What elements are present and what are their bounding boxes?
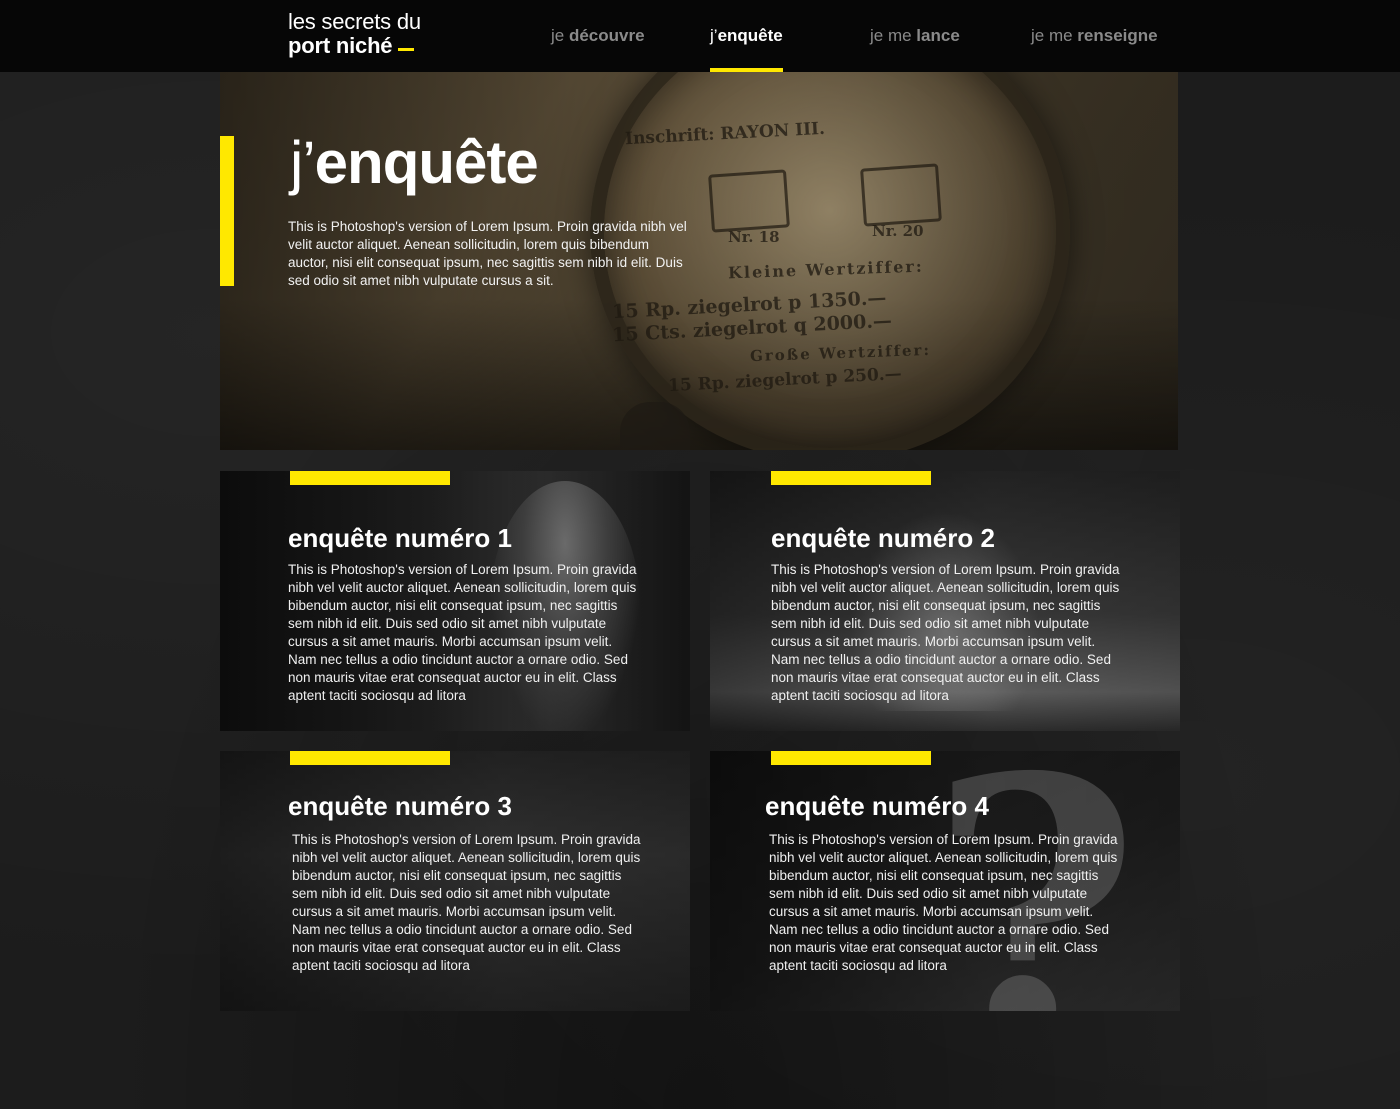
enquete-card-4[interactable]: ? enquête numéro 4 This is Photoshop's v… xyxy=(710,751,1180,1011)
card-title: enquête numéro 4 xyxy=(765,791,989,822)
card-title-number: numéro 1 xyxy=(394,523,512,553)
page-title: j’enquête xyxy=(290,128,539,197)
card-title-prefix: enquête xyxy=(771,523,878,553)
card-title-prefix: enquête xyxy=(288,791,395,821)
nav-item-label: enquête xyxy=(717,26,783,45)
card-accent-bar xyxy=(771,471,931,485)
card-accent-bar xyxy=(290,471,450,485)
nav-item-enquete[interactable]: j’enquête xyxy=(710,26,783,72)
magnifying-glass-handle xyxy=(620,402,690,450)
card-title-number: numéro 3 xyxy=(394,791,512,821)
page-title-prefix: j’ xyxy=(290,129,316,196)
card-title: enquête numéro 2 xyxy=(771,523,995,554)
stamp-image-2 xyxy=(860,163,942,227)
hero-image-text-2: Nr. 18 xyxy=(728,228,780,246)
nav-item-prefix: j’ xyxy=(710,26,718,45)
card-title: enquête numéro 3 xyxy=(288,791,512,822)
nav-item-label: découvre xyxy=(568,26,645,45)
card-title-prefix: enquête xyxy=(288,523,395,553)
logo-line-1: les secrets du xyxy=(288,9,421,34)
card-description: This is Photoshop's version of Lorem Ips… xyxy=(288,562,637,703)
hero-accent-bar xyxy=(220,136,234,286)
stamp-image-1 xyxy=(708,169,790,233)
site-logo[interactable]: les secrets du port niché xyxy=(288,10,421,58)
nav-item-label: lance xyxy=(916,26,960,45)
hero-image-text-3: Nr. 20 xyxy=(872,222,924,240)
nav-item-lance[interactable]: je me lance xyxy=(870,26,960,72)
logo-accent-mark xyxy=(398,48,415,51)
card-description: This is Photoshop's version of Lorem Ips… xyxy=(769,832,1118,973)
nav-item-label: renseigne xyxy=(1077,26,1158,45)
card-title: enquête numéro 1 xyxy=(288,523,512,554)
logo-line-2: port niché xyxy=(288,34,421,58)
logo-line-2-text: port niché xyxy=(288,33,393,58)
card-title-number: numéro 2 xyxy=(877,523,995,553)
enquete-card-3[interactable]: enquête numéro 3 This is Photoshop's ver… xyxy=(220,751,690,1011)
card-accent-bar xyxy=(290,751,450,765)
top-navigation-bar: les secrets du port niché je découvre j’… xyxy=(0,0,1400,72)
card-title-prefix: enquête xyxy=(765,791,872,821)
hero-description: This is Photoshop's version of Lorem Ips… xyxy=(288,219,687,288)
nav-item-prefix: je xyxy=(551,26,569,45)
nav-item-prefix: je me xyxy=(1031,26,1078,45)
page-title-main: enquête xyxy=(314,129,539,196)
nav-item-prefix: je me xyxy=(870,26,917,45)
card-title-number: numéro 4 xyxy=(871,791,989,821)
card-description: This is Photoshop's version of Lorem Ips… xyxy=(771,562,1120,703)
nav-item-renseigne[interactable]: je me renseigne xyxy=(1031,26,1158,72)
nav-item-decouvre[interactable]: je découvre xyxy=(551,26,645,72)
enquete-card-1[interactable]: enquête numéro 1 This is Photoshop's ver… xyxy=(220,471,690,731)
card-accent-bar xyxy=(771,751,931,765)
enquete-card-2[interactable]: enquête numéro 2 This is Photoshop's ver… xyxy=(710,471,1180,731)
card-description: This is Photoshop's version of Lorem Ips… xyxy=(292,832,641,973)
